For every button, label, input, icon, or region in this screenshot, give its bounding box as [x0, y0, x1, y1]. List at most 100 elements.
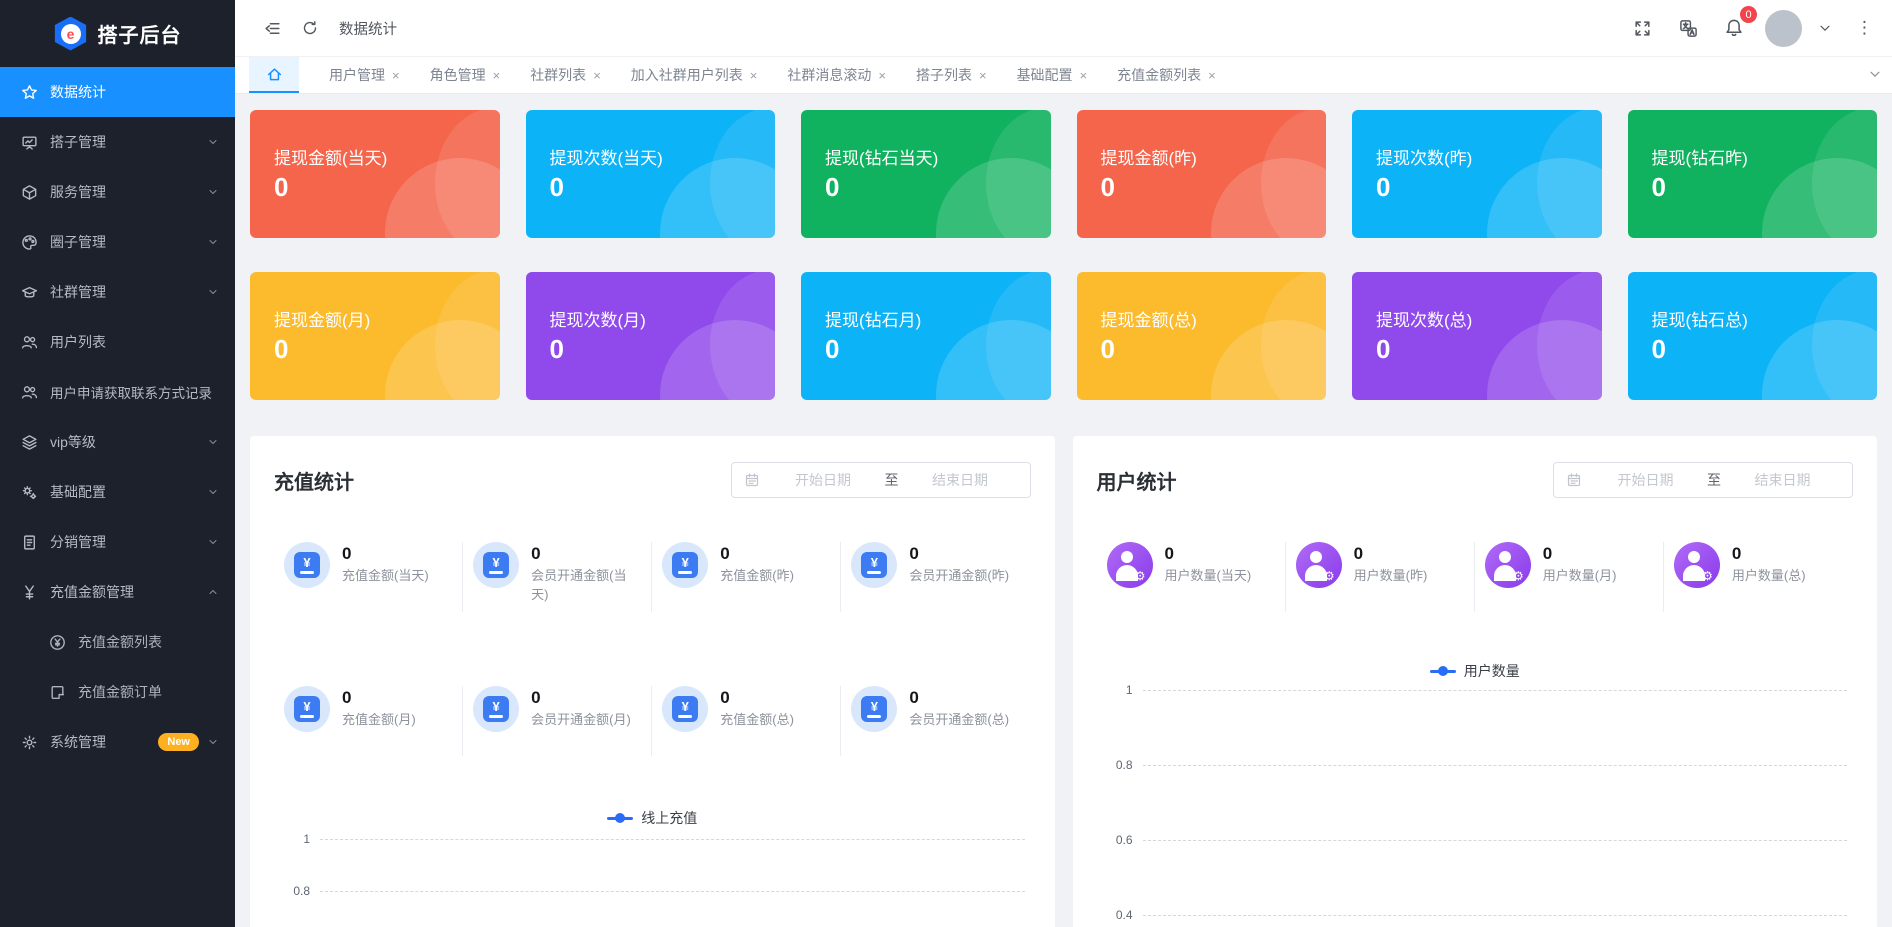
stat-card-title: 提现金额(当天) — [274, 149, 388, 168]
tab-community-list[interactable]: 社群列表 × — [530, 65, 601, 85]
close-icon[interactable]: × — [593, 68, 601, 83]
sidebar-item-vip-level[interactable]: vip等级 — [0, 417, 235, 467]
stat-value: 0 — [1164, 544, 1174, 563]
close-icon[interactable]: × — [1208, 68, 1216, 83]
yen-badge-icon: ¥ — [473, 542, 520, 588]
sidebar-item-community-management[interactable]: 社群管理 — [0, 267, 235, 317]
sidebar-item-circle-management[interactable]: 圈子管理 — [0, 217, 235, 267]
sidebar-subitem-recharge-amount-orders[interactable]: 充值金额订单 — [0, 667, 235, 717]
stat-label: 用户数量(月) — [1542, 567, 1617, 583]
sidebar-item-basic-config[interactable]: 基础配置 — [0, 467, 235, 517]
sidebar-item-service-management[interactable]: 服务管理 — [0, 167, 235, 217]
close-icon[interactable]: × — [979, 68, 987, 83]
yen-badge-icon: ¥ — [851, 542, 898, 588]
tab-home[interactable] — [249, 57, 299, 93]
date-range-picker[interactable]: 开始日期 至 结束日期 — [730, 462, 1031, 498]
tab-label: 搭子列表 — [915, 67, 972, 83]
stat-value: 0 — [1731, 544, 1742, 563]
stat-card-title: 提现次数(月) — [549, 311, 646, 330]
user-badge-icon: ⚙ — [1106, 542, 1153, 588]
fullscreen-icon[interactable] — [1627, 13, 1657, 43]
y-axis-gridline: 0.8 — [1097, 758, 1854, 772]
stat-card-value: 0 — [1376, 172, 1391, 202]
stat-card-title: 提现次数(昨) — [1376, 149, 1473, 168]
close-icon[interactable]: × — [750, 68, 758, 83]
stat-label: 用户数量(总) — [1731, 567, 1806, 583]
y-tick-label: 0.8 — [1115, 758, 1133, 772]
stat-label: 会员开通金额(昨) — [909, 567, 1010, 583]
tab-user-management[interactable]: 用户管理 × — [329, 65, 400, 85]
content-area: 提现金额(当天) 0 提现次数(当天) 0 提现(钻石当天) 0 提现金额(昨) 0 提… — [235, 94, 1892, 927]
notifications-bell-icon[interactable]: 0 — [1719, 6, 1757, 43]
kebab-menu-icon[interactable]: ⋮ — [1856, 18, 1873, 38]
date-separator: 至 — [884, 472, 899, 488]
refresh-icon[interactable] — [295, 13, 325, 43]
collapse-sidebar-icon[interactable] — [257, 13, 287, 43]
stat-card-value: 0 — [1376, 334, 1391, 364]
stat-card-value: 0 — [549, 172, 564, 202]
date-end-placeholder[interactable]: 结束日期 — [1725, 470, 1840, 490]
chart-legend[interactable]: 线上充值 — [274, 808, 1031, 828]
chevron-down-icon — [207, 436, 219, 448]
date-start-placeholder[interactable]: 开始日期 — [1588, 470, 1703, 490]
tab-community-message-scroll[interactable]: 社群消息滚动 × — [787, 65, 886, 85]
chart-legend[interactable]: 用户数量 — [1097, 661, 1854, 681]
sidebar-item-label: 圈子管理 — [50, 234, 106, 250]
stat-item: ¥0 充值金额(月) — [274, 686, 464, 756]
stat-item: ⚙ 0 用户数量(当天) — [1097, 542, 1286, 612]
stat-item: ⚙ 0 用户数量(总) — [1664, 542, 1853, 612]
tab-join-community-user-list[interactable]: 加入社群用户列表 × — [631, 65, 758, 85]
tab-basic-config[interactable]: 基础配置 × — [1017, 65, 1088, 85]
yen-badge-icon: ¥ — [662, 542, 709, 588]
sidebar-item-contact-request-records[interactable]: 用户申请获取联系方式记录 — [0, 367, 235, 417]
date-start-placeholder[interactable]: 开始日期 — [766, 470, 881, 490]
chevron-down-icon[interactable] — [1810, 13, 1840, 43]
stat-item: ¥0 充值金额(总) — [652, 686, 842, 756]
sidebar-item-data-stats[interactable]: 数据统计 — [0, 67, 235, 117]
notification-badge: 0 — [1740, 6, 1757, 23]
stat-value: 0 — [909, 544, 919, 563]
tab-dazi-list[interactable]: 搭子列表 × — [916, 65, 987, 85]
sidebar: e 搭子后台 数据统计 搭子管理 服务管理 圈子管理 社群管理 用户列表 用户申… — [0, 0, 235, 927]
chevron-down-icon — [207, 536, 219, 548]
sidebar-item-recharge-amount-management[interactable]: 充值金额管理 — [0, 567, 235, 617]
close-icon[interactable]: × — [878, 68, 886, 83]
tab-recharge-amount-list[interactable]: 充值金额列表 × — [1117, 65, 1216, 85]
chevron-down-icon — [207, 186, 219, 198]
stat-card: 提现金额(总) 0 — [1076, 272, 1326, 400]
tab-label: 角色管理 — [429, 67, 486, 83]
yen-badge-icon: ¥ — [662, 686, 709, 732]
sidebar-item-label: 社群管理 — [50, 284, 106, 300]
sidebar-item-label: 充值金额订单 — [78, 684, 162, 700]
sidebar-item-label: 基础配置 — [50, 484, 106, 500]
stat-card-title: 提现次数(总) — [1376, 311, 1473, 330]
tab-label: 充值金额列表 — [1117, 67, 1202, 83]
stat-label: 用户数量(当天) — [1164, 567, 1252, 583]
sidebar-item-user-list[interactable]: 用户列表 — [0, 317, 235, 367]
chevron-down-icon — [207, 136, 219, 148]
stat-card-title: 提现金额(月) — [274, 311, 371, 330]
sidebar-item-distribution-management[interactable]: 分销管理 — [0, 517, 235, 567]
stat-card: 提现次数(总) 0 — [1352, 272, 1602, 400]
sidebar-item-dazi-management[interactable]: 搭子管理 — [0, 117, 235, 167]
close-icon[interactable]: × — [493, 68, 501, 83]
tab-role-management[interactable]: 角色管理 × — [430, 65, 501, 85]
close-icon[interactable]: × — [392, 68, 400, 83]
stat-card-value: 0 — [825, 334, 840, 364]
tab-overflow-chevron-icon[interactable] — [1868, 67, 1882, 81]
date-end-placeholder[interactable]: 结束日期 — [903, 470, 1018, 490]
stat-card: 提现(钻石总) 0 — [1627, 272, 1877, 400]
avatar[interactable] — [1765, 9, 1802, 47]
y-tick-label: 0.8 — [293, 884, 310, 898]
stat-item: ¥0 会员开通金额(月) — [463, 686, 653, 756]
date-range-picker[interactable]: 开始日期 至 结束日期 — [1553, 462, 1853, 498]
legend-marker-icon — [1429, 666, 1456, 676]
cube-icon — [20, 184, 38, 201]
close-icon[interactable]: × — [1080, 68, 1088, 83]
stat-cards-grid: 提现金额(当天) 0 提现次数(当天) 0 提现(钻石当天) 0 提现金额(昨) 0 提… — [250, 110, 1877, 400]
app-logo: e 搭子后台 — [0, 0, 235, 67]
sidebar-item-system-management[interactable]: 系统管理 New — [0, 717, 235, 767]
y-tick-label: 1 — [303, 832, 310, 846]
sidebar-subitem-recharge-amount-list[interactable]: 充值金额列表 — [0, 617, 235, 667]
translate-icon[interactable] — [1673, 13, 1703, 43]
